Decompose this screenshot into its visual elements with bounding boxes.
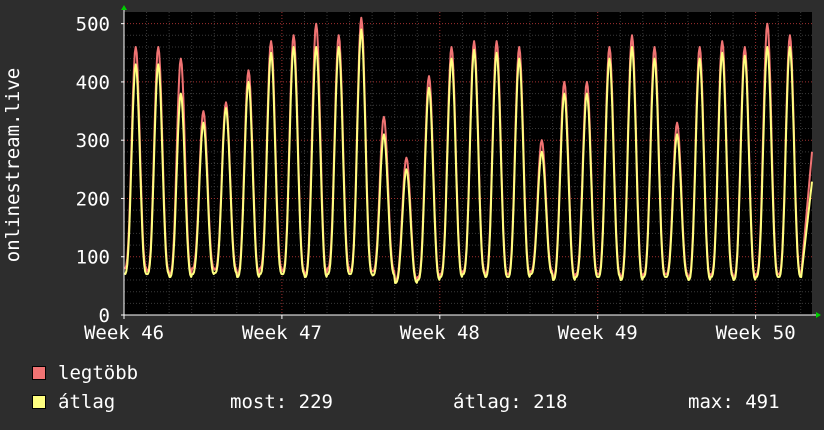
x-tick-label: Week 48 bbox=[400, 322, 480, 344]
legend-swatch-average bbox=[32, 395, 46, 409]
legend-item-max: legtöbb bbox=[32, 362, 138, 384]
graph-panel: 0 100 200 300 400 500 Week 46 Week 47 Week 48 Wee… bbox=[0, 0, 824, 430]
stat-current: most: 229 bbox=[230, 391, 333, 413]
legend-label-average: átlag bbox=[58, 391, 116, 413]
stat-max-value: 491 bbox=[745, 391, 780, 413]
x-tick-label: Week 49 bbox=[558, 322, 638, 344]
y-tick-label: 500 bbox=[76, 14, 110, 36]
legend-item-average: átlag bbox=[32, 391, 115, 413]
y-tick-label: 400 bbox=[76, 72, 110, 94]
y-axis-arrow bbox=[121, 5, 127, 10]
stat-current-label: most: bbox=[230, 391, 288, 413]
legend-label-max: legtöbb bbox=[58, 362, 139, 384]
stat-current-value: 229 bbox=[298, 391, 333, 413]
x-tick-label: Week 50 bbox=[716, 322, 796, 344]
stat-average-value: 218 bbox=[533, 391, 568, 413]
y-tick-label: 200 bbox=[76, 188, 110, 210]
y-axis-title: onlinestream.live bbox=[2, 68, 24, 262]
x-tick-label: Week 46 bbox=[84, 322, 164, 344]
stat-average: átlag: 218 bbox=[453, 391, 567, 413]
x-tick-label: Week 47 bbox=[242, 322, 322, 344]
y-tick-label: 300 bbox=[76, 130, 110, 152]
stat-max: max: 491 bbox=[688, 391, 780, 413]
y-tick-label: 100 bbox=[76, 247, 110, 269]
stat-max-label: max: bbox=[688, 391, 734, 413]
legend-swatch-max bbox=[32, 366, 46, 380]
x-axis-arrow bbox=[816, 312, 821, 318]
stat-average-label: átlag: bbox=[453, 391, 522, 413]
